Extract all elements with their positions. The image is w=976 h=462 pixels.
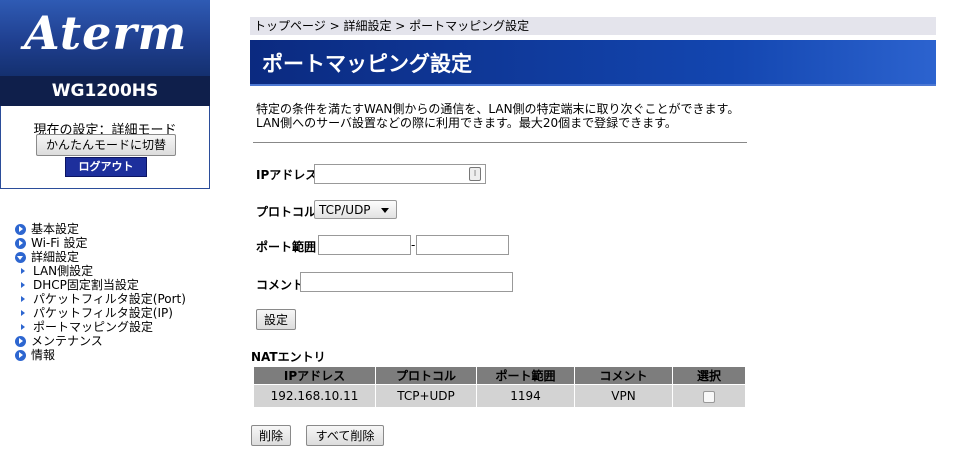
page-title: ポートマッピング設定: [262, 52, 472, 76]
submit-button[interactable]: 設定: [256, 309, 296, 330]
autofill-key-icon[interactable]: ⁝: [469, 167, 481, 181]
logout-button[interactable]: ログアウト: [65, 157, 147, 177]
sidebar-subitem-label: ポートマッピング設定: [33, 320, 154, 334]
switch-easy-mode-button[interactable]: かんたんモードに切替: [36, 134, 176, 156]
sidebar-subitem-dhcp[interactable]: DHCP固定割当設定: [15, 278, 210, 292]
sidebar-subitem-port-mapping[interactable]: ポートマッピング設定: [15, 320, 210, 334]
model-name: WG1200HS: [0, 76, 210, 106]
sidebar-item-advanced-settings[interactable]: 詳細設定: [15, 250, 210, 264]
triangle-right-icon: [21, 310, 25, 316]
sidebar-item-label: メンテナンス: [31, 334, 103, 348]
sidebar-item-label: 詳細設定: [31, 250, 80, 264]
triangle-right-icon: [21, 268, 25, 274]
sidebar-subitem-label: パケットフィルタ設定(IP): [33, 306, 173, 320]
sidebar-item-label: 情報: [31, 348, 56, 362]
port-range-label: ポート範囲: [256, 240, 317, 254]
sidebar-item-maintenance[interactable]: メンテナンス: [15, 334, 210, 348]
cell-port: 1194: [476, 384, 575, 408]
title-bar: ポートマッピング設定: [250, 40, 936, 86]
arrow-right-icon: [15, 238, 26, 249]
sidebar-subitem-filter-port[interactable]: パケットフィルタ設定(Port): [15, 292, 210, 306]
sidebar-menu: 基本設定 Wi-Fi 設定 詳細設定 LAN側設定 DHCP固定割当設定 パケッ…: [15, 222, 210, 362]
sidebar-item-wifi-settings[interactable]: Wi-Fi 設定: [15, 236, 210, 250]
triangle-right-icon: [21, 296, 25, 302]
comment-input[interactable]: [300, 272, 513, 292]
sidebar-subitem-label: LAN側設定: [33, 264, 94, 278]
cell-protocol: TCP+UDP: [375, 384, 477, 408]
delete-button[interactable]: 削除: [251, 425, 291, 446]
breadcrumb: トップページ > 詳細設定 > ポートマッピング設定: [250, 17, 936, 35]
nat-entry-table: IPアドレス プロトコル ポート範囲 コメント 選択 192.168.10.11…: [253, 366, 746, 408]
comment-label: コメント: [256, 278, 305, 292]
arrow-right-icon: [15, 350, 26, 361]
cell-comment: VPN: [574, 384, 673, 408]
cell-select: [672, 384, 746, 408]
sidebar-subitem-filter-ip[interactable]: パケットフィルタ設定(IP): [15, 306, 210, 320]
table-row: 192.168.10.11 TCP+UDP 1194 VPN: [253, 384, 746, 408]
sidebar-subitem-label: パケットフィルタ設定(Port): [33, 292, 186, 306]
column-header-port-range: ポート範囲: [476, 366, 575, 385]
column-header-select: 選択: [672, 366, 746, 385]
nat-entry-title: NATエントリ: [251, 350, 326, 364]
column-header-comment: コメント: [574, 366, 673, 385]
protocol-select[interactable]: TCP/UDP: [314, 200, 397, 219]
protocol-label: プロトコル: [256, 205, 317, 219]
triangle-right-icon: [21, 282, 25, 288]
port-range-separator: -: [411, 238, 416, 252]
select-checkbox[interactable]: [703, 390, 715, 403]
column-header-protocol: プロトコル: [375, 366, 477, 385]
delete-all-button[interactable]: すべて削除: [306, 425, 384, 446]
sidebar-subitem-lan[interactable]: LAN側設定: [15, 264, 210, 278]
divider: [253, 142, 747, 143]
protocol-selected-value: TCP/UDP: [319, 203, 371, 217]
port-range-from-input[interactable]: [318, 235, 411, 255]
arrow-right-icon: [15, 336, 26, 347]
cell-ip: 192.168.10.11: [253, 384, 376, 408]
mode-panel: 現在の設定：詳細モード かんたんモードに切替 ログアウト: [0, 106, 210, 189]
aterm-logo: Aterm: [0, 0, 210, 76]
description-line-1: 特定の条件を満たすWAN側からの通信を、LAN側の特定端末に取り次ぐことができま…: [256, 102, 740, 116]
page-description: 特定の条件を満たすWAN側からの通信を、LAN側の特定端末に取り次ぐことができま…: [256, 102, 739, 130]
dropdown-caret-icon: [381, 208, 389, 213]
triangle-right-icon: [21, 324, 25, 330]
column-header-ip: IPアドレス: [253, 366, 376, 385]
arrow-right-icon: [15, 224, 26, 235]
sidebar-item-label: Wi-Fi 設定: [31, 236, 88, 250]
ip-address-label: IPアドレス: [256, 168, 318, 182]
ip-address-input[interactable]: [314, 164, 486, 184]
sidebar-subitem-label: DHCP固定割当設定: [33, 278, 139, 292]
port-range-to-input[interactable]: [416, 235, 509, 255]
logo-text: Aterm: [24, 6, 188, 60]
description-line-2: LAN側へのサーバ設置などの際に利用できます。最大20個まで登録できます。: [256, 116, 677, 130]
arrow-down-icon: [15, 252, 26, 263]
sidebar-item-info[interactable]: 情報: [15, 348, 210, 362]
sidebar-item-basic-settings[interactable]: 基本設定: [15, 222, 210, 236]
sidebar-item-label: 基本設定: [31, 222, 80, 236]
